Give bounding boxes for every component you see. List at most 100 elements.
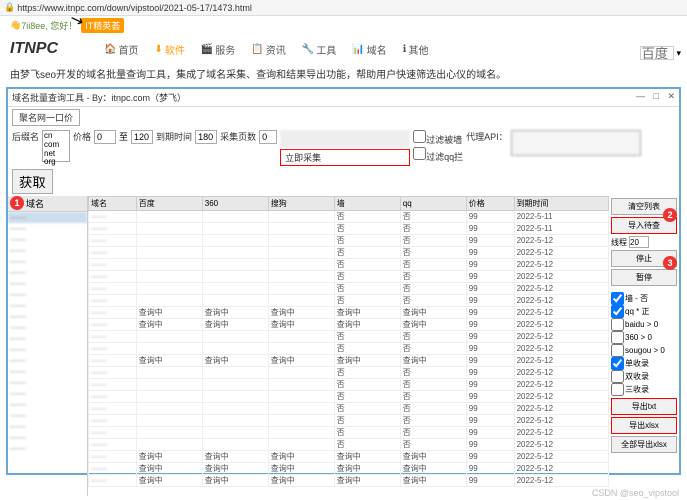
chk-single[interactable]: 单收录	[611, 357, 677, 370]
list-item[interactable]: ——	[8, 344, 87, 355]
table-row[interactable]: ——否否992022-5-11	[89, 223, 609, 235]
list-item[interactable]: ——	[8, 333, 87, 344]
chk-baidu[interactable]: baidu > 0	[611, 318, 677, 331]
marker-1: 1	[10, 196, 24, 210]
result-grid[interactable]: 域名百度360搜狗墙qq价格到期时间——否否992022-5-11——否否992…	[88, 196, 609, 496]
table-row[interactable]: ——否否992022-5-12	[89, 403, 609, 415]
close-icon[interactable]: ✕	[667, 91, 675, 101]
minimize-icon[interactable]: —	[636, 91, 645, 101]
expire-input[interactable]	[195, 130, 217, 144]
nav-item-0[interactable]: 🏠首页	[98, 40, 144, 59]
list-item[interactable]: ——	[8, 410, 87, 421]
chk-triple[interactable]: 三收录	[611, 383, 677, 396]
column-header[interactable]: 搜狗	[268, 197, 334, 211]
table-row[interactable]: ——否否992022-5-12	[89, 271, 609, 283]
chk-qq[interactable]: qq * 正	[611, 305, 677, 318]
table-row[interactable]: ——否否992022-5-12	[89, 331, 609, 343]
nav-item-1[interactable]: ⬇软件	[148, 40, 190, 59]
nav-item-3[interactable]: 📋资讯	[245, 40, 291, 59]
table-row[interactable]: ——否否992022-5-12	[89, 391, 609, 403]
list-item[interactable]: ——	[8, 366, 87, 377]
table-row[interactable]: ——否否992022-5-12	[89, 415, 609, 427]
nav-item-4[interactable]: 🔧工具	[296, 40, 342, 59]
search-input[interactable]	[640, 46, 674, 60]
maximize-icon[interactable]: □	[654, 91, 659, 101]
list-item[interactable]: ——	[8, 421, 87, 432]
table-row[interactable]: ——否否992022-5-12	[89, 427, 609, 439]
table-row[interactable]: ——否否992022-5-12	[89, 283, 609, 295]
cb-wall[interactable]: 过滤被墙	[413, 130, 463, 146]
to-label: 至	[119, 130, 128, 143]
table-row[interactable]: ——查询中查询中查询中查询中查询中992022-5-12	[89, 451, 609, 463]
table-row[interactable]: ——否否992022-5-12	[89, 295, 609, 307]
list-item[interactable]: ——	[8, 443, 87, 454]
table-row[interactable]: ——查询中查询中查询中查询中查询中992022-5-12	[89, 307, 609, 319]
chk-360[interactable]: 360 > 0	[611, 331, 677, 344]
table-row[interactable]: ——否否992022-5-11	[89, 211, 609, 223]
table-row[interactable]: ——否否992022-5-12	[89, 379, 609, 391]
dropdown-icon[interactable]: ▾	[676, 48, 681, 59]
list-item[interactable]: ——	[8, 245, 87, 256]
list-item[interactable]: ——	[8, 212, 87, 223]
list-item[interactable]: ——	[8, 388, 87, 399]
list-item[interactable]: ——	[8, 267, 87, 278]
tab-juming[interactable]: 聚名网一口价	[12, 109, 80, 126]
price-to-input[interactable]	[131, 130, 153, 144]
suffix-list[interactable]: cn com net org	[42, 130, 70, 162]
thread-input[interactable]	[629, 236, 649, 248]
table-row[interactable]: ——查询中查询中查询中查询中查询中992022-5-12	[89, 319, 609, 331]
chk-double[interactable]: 双收录	[611, 370, 677, 383]
table-row[interactable]: ——否否992022-5-12	[89, 367, 609, 379]
list-item[interactable]: ——	[8, 223, 87, 234]
get-button[interactable]: 获取	[12, 169, 53, 194]
list-item[interactable]: ——	[8, 355, 87, 366]
list-item[interactable]: ——	[8, 399, 87, 410]
collect-button[interactable]: 立即采集	[280, 149, 410, 166]
list-item[interactable]: ——	[8, 300, 87, 311]
table-row[interactable]: ——查询中查询中查询中查询中查询中992022-5-12	[89, 463, 609, 475]
column-header[interactable]: 价格	[466, 197, 514, 211]
column-header[interactable]: 百度	[136, 197, 202, 211]
url-text: https://www.itnpc.com/down/vipstool/2021…	[17, 3, 252, 13]
table-row[interactable]: ——查询中查询中查询中查询中查询中992022-5-12	[89, 475, 609, 487]
address-bar[interactable]: 🔒 https://www.itnpc.com/down/vipstool/20…	[0, 0, 687, 16]
column-header[interactable]: 域名	[89, 197, 137, 211]
list-item[interactable]: ——	[8, 311, 87, 322]
table-row[interactable]: ——查询中查询中查询中查询中查询中992022-5-12	[89, 355, 609, 367]
table-row[interactable]: ——否否992022-5-12	[89, 343, 609, 355]
source-url-input[interactable]	[280, 130, 410, 148]
filter-row: 后缀名 cn com net org 价格 至 到期时间 采集页数 立即采集 过…	[8, 128, 679, 196]
proxy-input[interactable]	[511, 130, 641, 156]
column-header[interactable]: qq	[400, 197, 466, 211]
table-row[interactable]: ——否否992022-5-12	[89, 247, 609, 259]
title-bar: 域名批量查询工具 - By：itnpc.com（梦飞） — □ ✕	[8, 89, 679, 107]
chk-sougou[interactable]: sougou > 0	[611, 344, 677, 357]
list-item[interactable]: ——	[8, 256, 87, 267]
list-item[interactable]: ——	[8, 377, 87, 388]
export-all-button[interactable]: 全部导出xlsx	[611, 436, 677, 453]
nav-item-2[interactable]: 🎬服务	[195, 40, 241, 59]
user-bar: 👋 7ii8ee, 您好！ IT精英荟	[0, 16, 687, 34]
list-item[interactable]: ——	[8, 432, 87, 443]
table-row[interactable]: ——否否992022-5-12	[89, 439, 609, 451]
pause-button[interactable]: 暂停	[611, 269, 677, 286]
table-row[interactable]: ——否否992022-5-12	[89, 235, 609, 247]
column-header[interactable]: 墙	[334, 197, 400, 211]
list-item[interactable]: ——	[8, 278, 87, 289]
column-header[interactable]: 360	[202, 197, 268, 211]
chk-wall[interactable]: 墙 - 否	[611, 292, 677, 305]
tag-button[interactable]: IT精英荟	[81, 18, 124, 33]
list-item[interactable]: ——	[8, 322, 87, 333]
page-input[interactable]	[259, 130, 277, 144]
export-txt-button[interactable]: 导出txt	[611, 398, 677, 415]
nav-item-6[interactable]: ℹ其他	[397, 40, 435, 59]
column-header[interactable]: 到期时间	[514, 197, 608, 211]
main-nav: ITNPC 🏠首页⬇软件🎬服务📋资讯🔧工具📊域名ℹ其他	[0, 34, 687, 64]
export-xlsx-button[interactable]: 导出xlsx	[611, 417, 677, 434]
cb-qq[interactable]: 过滤qq拦	[413, 147, 463, 163]
list-item[interactable]: ——	[8, 289, 87, 300]
nav-item-5[interactable]: 📊域名	[346, 40, 392, 59]
price-from-input[interactable]	[94, 130, 116, 144]
table-row[interactable]: ——否否992022-5-12	[89, 259, 609, 271]
list-item[interactable]: ——	[8, 234, 87, 245]
